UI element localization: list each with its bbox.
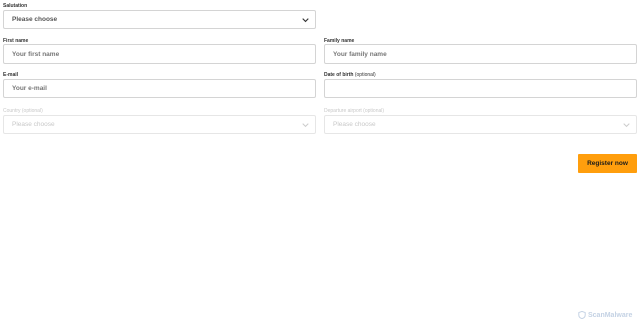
departure-airport-label: Departure airport (optional) bbox=[324, 108, 385, 114]
chevron-down-icon bbox=[302, 17, 309, 22]
first-name-placeholder: Your first name bbox=[12, 50, 60, 58]
country-label: Country (optional) bbox=[3, 108, 43, 114]
salutation-select[interactable]: Please choose bbox=[3, 10, 316, 29]
departure-airport-select[interactable]: Please choose bbox=[324, 115, 637, 134]
salutation-label: Salutation bbox=[3, 3, 28, 9]
date-of-birth-optional: (optional) bbox=[354, 72, 376, 78]
country-value: Please choose bbox=[12, 121, 55, 128]
register-button[interactable]: Register now bbox=[578, 154, 637, 173]
salutation-value: Please choose bbox=[12, 16, 58, 23]
date-of-birth-label-text: Date of birth bbox=[324, 72, 354, 78]
shield-icon bbox=[578, 311, 586, 319]
watermark: ScanMalware bbox=[578, 311, 632, 319]
family-name-placeholder: Your family name bbox=[333, 50, 387, 58]
first-name-field[interactable]: Your first name bbox=[3, 44, 316, 64]
country-select[interactable]: Please choose bbox=[3, 115, 316, 134]
family-name-field[interactable]: Your family name bbox=[324, 44, 637, 64]
watermark-text: ScanMalware bbox=[588, 311, 633, 319]
email-label: E-mail bbox=[3, 72, 19, 78]
chevron-down-icon bbox=[302, 122, 309, 127]
registration-form: Salutation Please choose First name Your… bbox=[0, 0, 640, 331]
date-of-birth-field[interactable] bbox=[324, 79, 637, 98]
email-field[interactable]: Your e-mail bbox=[3, 79, 316, 98]
date-of-birth-label: Date of birth (optional) bbox=[324, 72, 376, 78]
email-placeholder: Your e-mail bbox=[12, 85, 47, 92]
departure-airport-value: Please choose bbox=[333, 121, 376, 128]
chevron-down-icon bbox=[623, 122, 630, 127]
